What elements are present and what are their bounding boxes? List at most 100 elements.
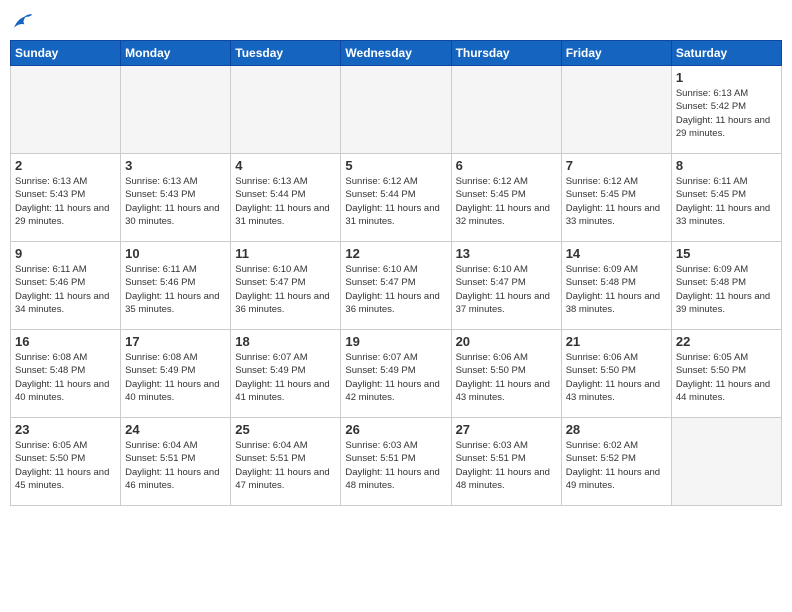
day-info: Sunrise: 6:04 AMSunset: 5:51 PMDaylight:…	[125, 439, 226, 492]
calendar-day	[231, 66, 341, 154]
day-info: Sunrise: 6:12 AMSunset: 5:45 PMDaylight:…	[566, 175, 667, 228]
calendar-day: 18 Sunrise: 6:07 AMSunset: 5:49 PMDayligh…	[231, 330, 341, 418]
logo	[10, 10, 38, 34]
day-info: Sunrise: 6:10 AMSunset: 5:47 PMDaylight:…	[235, 263, 336, 316]
day-number: 23	[15, 422, 116, 437]
day-info: Sunrise: 6:08 AMSunset: 5:48 PMDaylight:…	[15, 351, 116, 404]
calendar-day: 4Sunrise: 6:13 AMSunset: 5:44 PMDaylight…	[231, 154, 341, 242]
day-info: Sunrise: 6:09 AMSunset: 5:48 PMDaylight:…	[566, 263, 667, 316]
day-info: Sunrise: 6:05 AMSunset: 5:50 PMDaylight:…	[676, 351, 777, 404]
calendar-day: 9 Sunrise: 6:11 AMSunset: 5:46 PMDaylight…	[11, 242, 121, 330]
day-info: Sunrise: 6:06 AMSunset: 5:50 PMDaylight:…	[566, 351, 667, 404]
day-info: Sunrise: 6:08 AMSunset: 5:49 PMDaylight:…	[125, 351, 226, 404]
day-number: 28	[566, 422, 667, 437]
day-number: 10	[125, 246, 226, 261]
day-number: 26	[345, 422, 446, 437]
calendar-day	[11, 66, 121, 154]
calendar-day: 13 Sunrise: 6:10 AMSunset: 5:47 PMDayligh…	[451, 242, 561, 330]
calendar-day	[451, 66, 561, 154]
day-info: Sunrise: 6:03 AMSunset: 5:51 PMDaylight:…	[456, 439, 557, 492]
logo-icon	[10, 10, 34, 34]
calendar-week-row: 23 Sunrise: 6:05 AMSunset: 5:50 PMDayligh…	[11, 418, 782, 506]
day-number: 22	[676, 334, 777, 349]
calendar-day: 8 Sunrise: 6:11 AMSunset: 5:45 PMDaylight…	[671, 154, 781, 242]
calendar-day: 26 Sunrise: 6:03 AMSunset: 5:51 PMDayligh…	[341, 418, 451, 506]
calendar-day	[121, 66, 231, 154]
calendar-header-tuesday: Tuesday	[231, 41, 341, 66]
day-info: Sunrise: 6:03 AMSunset: 5:51 PMDaylight:…	[345, 439, 446, 492]
calendar-day: 23 Sunrise: 6:05 AMSunset: 5:50 PMDayligh…	[11, 418, 121, 506]
day-number: 25	[235, 422, 336, 437]
day-number: 24	[125, 422, 226, 437]
calendar-table: SundayMondayTuesdayWednesdayThursdayFrid…	[10, 40, 782, 506]
calendar-week-row: 9 Sunrise: 6:11 AMSunset: 5:46 PMDaylight…	[11, 242, 782, 330]
calendar-day: 7 Sunrise: 6:12 AMSunset: 5:45 PMDaylight…	[561, 154, 671, 242]
calendar-header-saturday: Saturday	[671, 41, 781, 66]
calendar-header-wednesday: Wednesday	[341, 41, 451, 66]
calendar-day: 1 Sunrise: 6:13 AMSunset: 5:42 PMDaylight…	[671, 66, 781, 154]
day-info: Sunrise: 6:11 AMSunset: 5:46 PMDaylight:…	[15, 263, 116, 316]
day-number: 4	[235, 158, 336, 173]
calendar-day: 22 Sunrise: 6:05 AMSunset: 5:50 PMDayligh…	[671, 330, 781, 418]
calendar-day: 14 Sunrise: 6:09 AMSunset: 5:48 PMDayligh…	[561, 242, 671, 330]
calendar-day	[341, 66, 451, 154]
calendar-header-friday: Friday	[561, 41, 671, 66]
calendar-day: 2 Sunrise: 6:13 AMSunset: 5:43 PMDaylight…	[11, 154, 121, 242]
day-info: Sunrise: 6:07 AMSunset: 5:49 PMDaylight:…	[235, 351, 336, 404]
day-info: Sunrise: 6:10 AMSunset: 5:47 PMDaylight:…	[456, 263, 557, 316]
day-info: Sunrise: 6:12 AMSunset: 5:44 PMDaylight:…	[345, 175, 446, 228]
day-number: 12	[345, 246, 446, 261]
day-number: 7	[566, 158, 667, 173]
day-info: Sunrise: 6:07 AMSunset: 5:49 PMDaylight:…	[345, 351, 446, 404]
calendar-day: 3 Sunrise: 6:13 AMSunset: 5:43 PMDaylight…	[121, 154, 231, 242]
day-number: 3	[125, 158, 226, 173]
day-number: 15	[676, 246, 777, 261]
calendar-day: 11Sunrise: 6:10 AMSunset: 5:47 PMDayligh…	[231, 242, 341, 330]
day-number: 20	[456, 334, 557, 349]
calendar-day: 6 Sunrise: 6:12 AMSunset: 5:45 PMDaylight…	[451, 154, 561, 242]
calendar-day: 19 Sunrise: 6:07 AMSunset: 5:49 PMDayligh…	[341, 330, 451, 418]
calendar-day: 20 Sunrise: 6:06 AMSunset: 5:50 PMDayligh…	[451, 330, 561, 418]
day-info: Sunrise: 6:10 AMSunset: 5:47 PMDaylight:…	[345, 263, 446, 316]
calendar-day	[561, 66, 671, 154]
day-info: Sunrise: 6:13 AMSunset: 5:43 PMDaylight:…	[125, 175, 226, 228]
day-number: 27	[456, 422, 557, 437]
calendar-day: 21Sunrise: 6:06 AMSunset: 5:50 PMDayligh…	[561, 330, 671, 418]
day-number: 16	[15, 334, 116, 349]
calendar-day	[671, 418, 781, 506]
day-number: 13	[456, 246, 557, 261]
day-info: Sunrise: 6:09 AMSunset: 5:48 PMDaylight:…	[676, 263, 777, 316]
day-info: Sunrise: 6:02 AMSunset: 5:52 PMDaylight:…	[566, 439, 667, 492]
calendar-day: 12 Sunrise: 6:10 AMSunset: 5:47 PMDayligh…	[341, 242, 451, 330]
page-header	[10, 10, 782, 34]
day-number: 9	[15, 246, 116, 261]
day-info: Sunrise: 6:12 AMSunset: 5:45 PMDaylight:…	[456, 175, 557, 228]
day-number: 1	[676, 70, 777, 85]
day-number: 17	[125, 334, 226, 349]
calendar-header-row: SundayMondayTuesdayWednesdayThursdayFrid…	[11, 41, 782, 66]
calendar-day: 24 Sunrise: 6:04 AMSunset: 5:51 PMDayligh…	[121, 418, 231, 506]
day-number: 2	[15, 158, 116, 173]
calendar-week-row: 16 Sunrise: 6:08 AMSunset: 5:48 PMDayligh…	[11, 330, 782, 418]
day-info: Sunrise: 6:04 AMSunset: 5:51 PMDaylight:…	[235, 439, 336, 492]
day-info: Sunrise: 6:11 AMSunset: 5:45 PMDaylight:…	[676, 175, 777, 228]
calendar-week-row: 1 Sunrise: 6:13 AMSunset: 5:42 PMDaylight…	[11, 66, 782, 154]
day-number: 14	[566, 246, 667, 261]
calendar-day: 27 Sunrise: 6:03 AMSunset: 5:51 PMDayligh…	[451, 418, 561, 506]
day-info: Sunrise: 6:05 AMSunset: 5:50 PMDaylight:…	[15, 439, 116, 492]
day-number: 18	[235, 334, 336, 349]
day-number: 19	[345, 334, 446, 349]
calendar-day: 5 Sunrise: 6:12 AMSunset: 5:44 PMDaylight…	[341, 154, 451, 242]
calendar-day: 28 Sunrise: 6:02 AMSunset: 5:52 PMDayligh…	[561, 418, 671, 506]
calendar-header-thursday: Thursday	[451, 41, 561, 66]
calendar-day: 17 Sunrise: 6:08 AMSunset: 5:49 PMDayligh…	[121, 330, 231, 418]
calendar-header-monday: Monday	[121, 41, 231, 66]
day-info: Sunrise: 6:13 AMSunset: 5:43 PMDaylight:…	[15, 175, 116, 228]
day-number: 8	[676, 158, 777, 173]
day-info: Sunrise: 6:06 AMSunset: 5:50 PMDaylight:…	[456, 351, 557, 404]
day-number: 5	[345, 158, 446, 173]
calendar-day: 16 Sunrise: 6:08 AMSunset: 5:48 PMDayligh…	[11, 330, 121, 418]
day-number: 6	[456, 158, 557, 173]
calendar-day: 25 Sunrise: 6:04 AMSunset: 5:51 PMDayligh…	[231, 418, 341, 506]
day-info: Sunrise: 6:13 AMSunset: 5:42 PMDaylight:…	[676, 87, 777, 140]
